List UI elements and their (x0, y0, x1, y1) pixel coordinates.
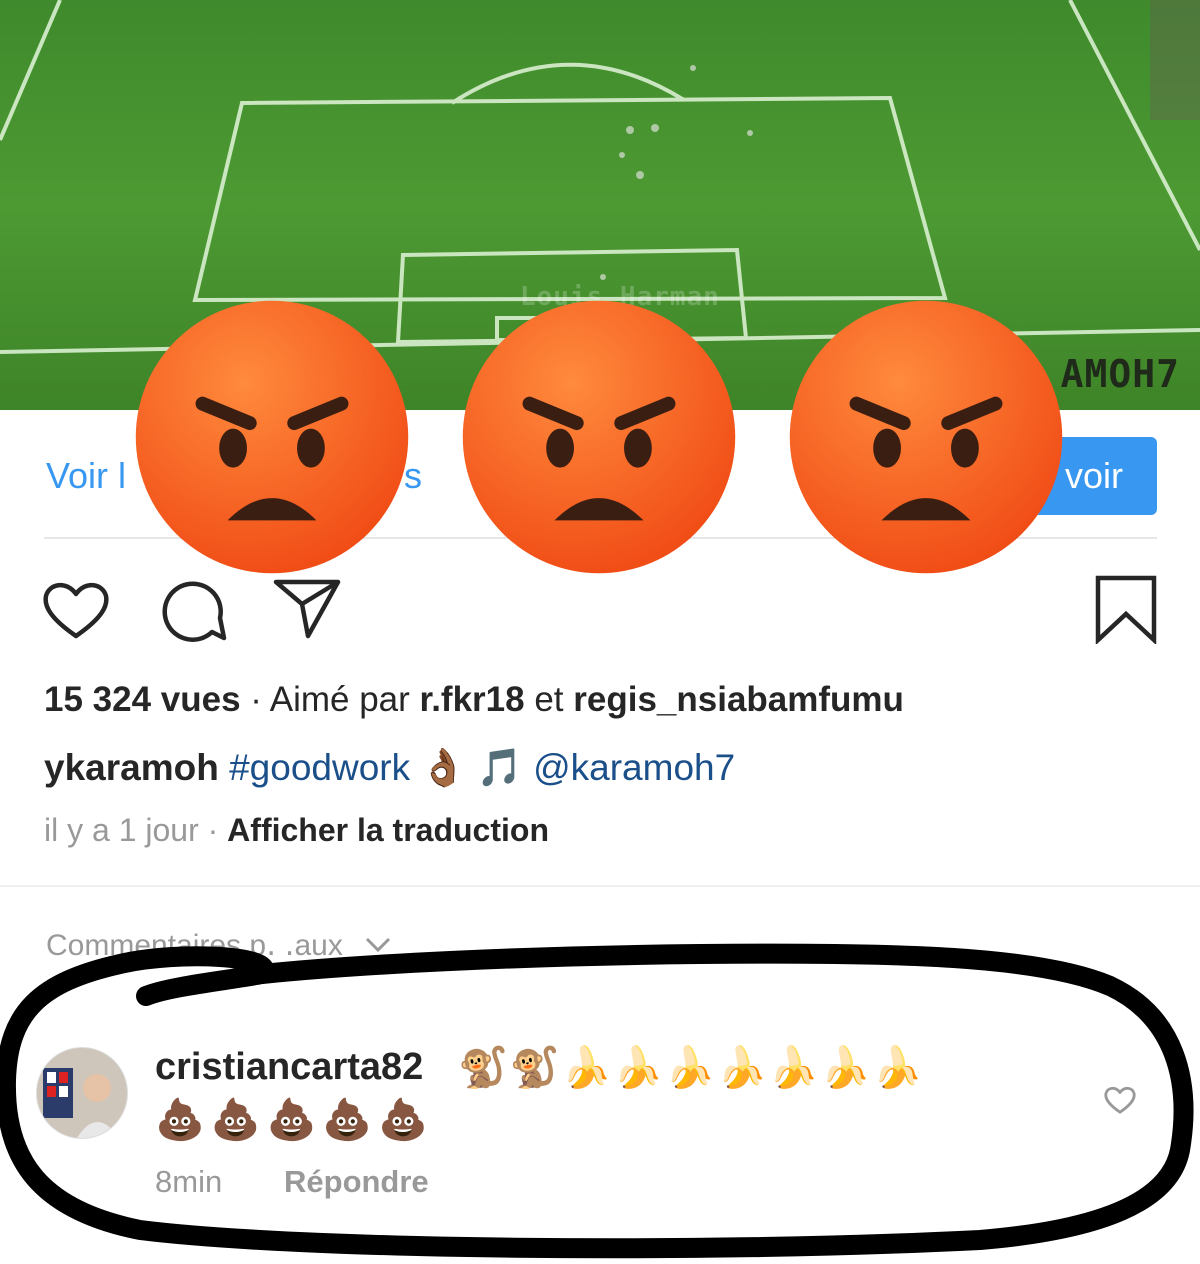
view-button-label: voir (1064, 455, 1123, 496)
views-likes-line: 15 324 vues · Aimé par r.fkr18 et regis_… (44, 680, 904, 720)
view-count: 15 324 vues (44, 680, 241, 719)
comment-icon[interactable] (158, 578, 228, 644)
share-icon[interactable] (272, 576, 342, 640)
post-timestamp: il y a 1 jour (44, 812, 199, 848)
meta-separator: · (198, 812, 228, 848)
view-profile-link[interactable]: Voir l (46, 455, 126, 497)
divider (0, 885, 1200, 887)
liker-link[interactable]: regis_nsiabamfumu (573, 680, 904, 719)
heart-icon[interactable] (40, 578, 112, 642)
author-username[interactable]: ykaramoh (44, 747, 219, 788)
highlight-circle (0, 943, 1194, 1259)
liked-by-prefix: · Aimé par (240, 680, 420, 719)
post-meta: il y a 1 jour · Afficher la traduction (44, 812, 549, 849)
bookmark-icon[interactable] (1094, 574, 1158, 644)
liker-link[interactable]: r.fkr18 (420, 680, 525, 719)
video-handle-watermark: AMOH7 (1060, 352, 1180, 396)
angry-face-icon (462, 300, 736, 574)
mention-link[interactable]: @karamoh7 (533, 747, 735, 788)
angry-face-icon (135, 300, 409, 574)
liker-separator: et (524, 680, 574, 719)
caption-emojis: 👌🏾 🎵 (420, 747, 523, 788)
translate-link[interactable]: Afficher la traduction (227, 812, 549, 848)
hashtag-link[interactable]: #goodwork (229, 747, 410, 788)
angry-face-icon (789, 300, 1063, 574)
post-caption: ykaramoh #goodwork 👌🏾 🎵 @karamoh7 (44, 747, 735, 790)
